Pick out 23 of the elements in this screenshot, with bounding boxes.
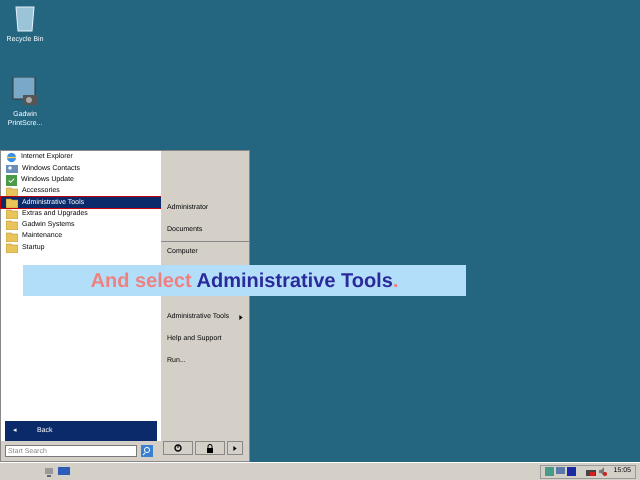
lock-button[interactable]: [195, 441, 225, 455]
update-icon: [6, 174, 17, 186]
folder-icon: [6, 243, 18, 254]
globe-icon: [6, 152, 17, 164]
computer-icon[interactable]: [44, 466, 54, 476]
folder-icon: [6, 220, 18, 230]
folder-icon: [6, 232, 18, 242]
power-icon: [174, 444, 182, 452]
speaker-icon[interactable]: [598, 467, 608, 476]
arrow-icon: [233, 446, 237, 450]
search-icon[interactable]: [141, 445, 153, 457]
more-options-button[interactable]: [227, 441, 243, 455]
printer-icon[interactable]: [586, 467, 596, 476]
contacts-icon: [6, 164, 18, 174]
folder-icon: [6, 198, 18, 208]
trash-bin-icon[interactable]: [14, 4, 36, 32]
desktop-icon[interactable]: [58, 466, 70, 476]
lock-icon: [206, 444, 214, 452]
arrow-icon: [239, 314, 243, 320]
caption-text: And select Administrative Tools.: [90, 268, 398, 294]
power-button[interactable]: [163, 441, 193, 455]
window-icon[interactable]: [567, 467, 576, 476]
camera-app-icon[interactable]: [11, 76, 39, 107]
